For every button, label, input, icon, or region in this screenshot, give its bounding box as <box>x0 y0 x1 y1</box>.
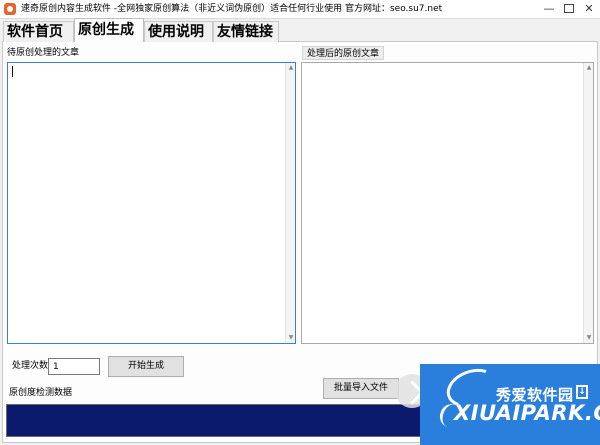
chevron-down-icon[interactable]: ▼ <box>286 333 296 343</box>
start-generate-button[interactable]: 开始生成 <box>108 356 184 377</box>
chevron-up-icon[interactable]: ▲ <box>286 63 296 73</box>
source-scrollbar[interactable]: ▲ ▼ <box>285 63 295 343</box>
tab-help[interactable]: 使用说明 <box>144 21 213 42</box>
watermark-text-en: XIUAIPARK.COM <box>454 401 600 425</box>
batch-import-button[interactable]: 批量导入文件 <box>323 378 399 399</box>
chevron-down-icon[interactable]: ▼ <box>584 333 594 343</box>
process-count-input[interactable] <box>48 358 100 375</box>
watermark-logo: 秀爱软件园 ↓ XIUAIPARK.COM <box>420 362 600 445</box>
app-logo-icon <box>4 3 16 15</box>
result-article-label: 处理后的原创文章 <box>302 46 385 60</box>
result-scrollbar[interactable]: ▲ ▼ <box>583 63 593 343</box>
maximize-button[interactable] <box>558 0 580 19</box>
originality-detection-label: 原创度检测数据 <box>9 388 73 398</box>
source-article-textarea[interactable]: ▲ ▼ <box>7 62 296 344</box>
process-count-label: 处理次数 <box>12 361 49 371</box>
close-button[interactable]: ✕ <box>578 0 600 19</box>
app-window: 速奇原创内容生成软件 -全网独家原创算法（非近义词伪原创）适合任何行业使用 官方… <box>0 0 600 445</box>
tab-home[interactable]: 软件首页 <box>3 21 74 42</box>
maximize-icon <box>564 3 574 13</box>
tab-generate[interactable]: 原创生成 <box>74 18 144 42</box>
title-bar: 速奇原创内容生成软件 -全网独家原创算法（非近义词伪原创）适合任何行业使用 官方… <box>0 0 600 19</box>
source-article-label: 待原创处理的文章 <box>7 48 80 58</box>
tab-links[interactable]: 友情链接 <box>213 21 279 42</box>
minimize-button[interactable]: — <box>538 0 560 19</box>
text-caret <box>12 66 13 77</box>
result-article-textarea[interactable]: ▲ ▼ <box>301 62 594 344</box>
download-icon: ↓ <box>576 385 588 399</box>
window-title: 速奇原创内容生成软件 -全网独家原创算法（非近义词伪原创）适合任何行业使用 官方… <box>21 4 443 14</box>
chevron-up-icon[interactable]: ▲ <box>584 63 594 73</box>
